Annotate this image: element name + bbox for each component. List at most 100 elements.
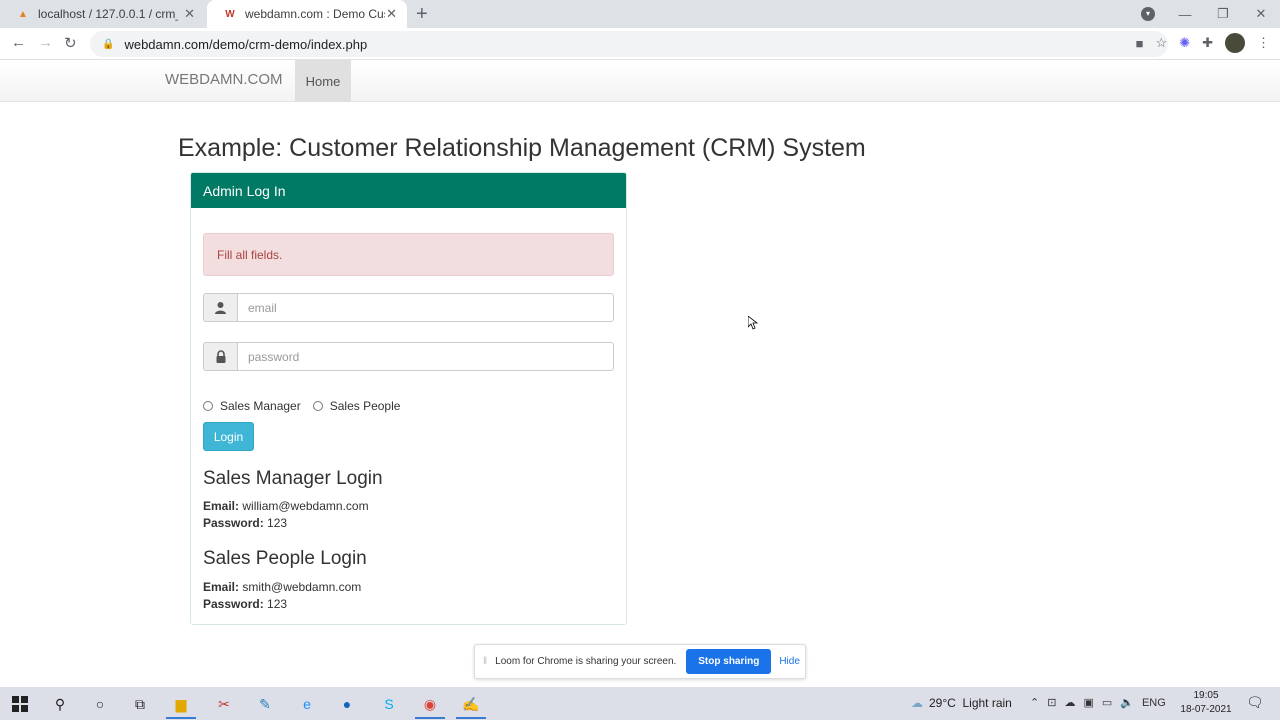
password-field[interactable] xyxy=(237,342,614,371)
battery-icon[interactable]: ▭ xyxy=(1102,696,1112,709)
forward-icon[interactable]: → xyxy=(38,34,53,51)
chrome-icon[interactable]: ◉ xyxy=(417,691,443,717)
close-tab-icon[interactable]: ✕ xyxy=(184,6,195,22)
radio-sales-people[interactable]: Sales People xyxy=(312,399,401,413)
password-label: Password: xyxy=(203,597,264,611)
radio-label: Sales People xyxy=(329,399,401,413)
extension-icons: ■ ☆ ✺ ✚ ⋮ xyxy=(1136,33,1270,53)
time: 19:05 xyxy=(1193,690,1219,701)
tab-title: localhost / 127.0.0.1 / crm_system xyxy=(38,7,178,21)
tab-phpmyadmin[interactable]: ▲ localhost / 127.0.0.1 / crm_system ✕ xyxy=(0,0,205,28)
new-tab-button[interactable]: + xyxy=(416,3,428,26)
back-icon[interactable]: ← xyxy=(11,34,26,51)
radio-circle[interactable] xyxy=(312,401,323,411)
language-indicator[interactable]: ENG xyxy=(1142,697,1166,709)
notepad-plus-icon[interactable]: ✍ xyxy=(458,691,484,717)
manager-password-line: Password: 123 xyxy=(203,516,287,530)
people-password: 123 xyxy=(267,597,288,611)
app-icon[interactable]: ● xyxy=(334,691,360,717)
speaker-icon[interactable]: 🔈 xyxy=(1120,696,1134,709)
email-label: Email: xyxy=(203,580,240,594)
lock-icon: 🔒 xyxy=(102,38,115,50)
network-icon[interactable]: ⊡ xyxy=(1047,696,1056,709)
loom-sharing-bar: ‖ Loom for Chrome is sharing your screen… xyxy=(474,644,806,679)
email-input-group xyxy=(203,293,614,322)
windows-taskbar: ⚲ ○ ⧉ ▆ ✂ ✎ e ● S ◉ ✍ ☁ 29°C Light rain … xyxy=(0,687,1280,720)
clock[interactable]: 19:05 18-07-2021 xyxy=(1178,689,1234,717)
task-view-icon[interactable]: ⧉ xyxy=(127,691,153,717)
camera-icon[interactable]: ■ xyxy=(1136,36,1144,51)
cortana-icon[interactable]: ○ xyxy=(87,691,113,717)
people-email-line: Email: smith@webdamn.com xyxy=(203,580,361,594)
windows-start-icon[interactable] xyxy=(7,691,33,717)
weather-widget[interactable]: ☁ 29°C Light rain xyxy=(911,696,1012,710)
url-text: webdamn.com/demo/crm-demo/index.php xyxy=(124,36,368,52)
url-input[interactable]: 🔒 webdamn.com/demo/crm-demo/index.php xyxy=(90,31,1168,57)
snipping-tool-icon[interactable]: ✂ xyxy=(211,691,237,717)
webdamn-icon: W xyxy=(225,8,235,20)
minimize-icon[interactable]: — xyxy=(1166,7,1204,22)
email-field[interactable] xyxy=(237,293,614,322)
app-tray-icon[interactable]: ▣ xyxy=(1083,696,1093,709)
drag-handle-icon[interactable]: ‖ xyxy=(483,656,487,667)
address-bar-row: ← → ↻ 🔒 webdamn.com/demo/crm-demo/index.… xyxy=(0,28,1280,60)
nav-home-link[interactable]: Home xyxy=(295,60,351,102)
password-label: Password: xyxy=(203,516,264,530)
mouse-cursor-icon xyxy=(748,316,758,330)
file-explorer-icon[interactable]: ▆ xyxy=(168,691,194,717)
chevron-up-icon[interactable]: ⌃ xyxy=(1030,696,1039,709)
manager-password: 123 xyxy=(267,516,288,530)
panel-heading: Admin Log In xyxy=(191,173,626,208)
window-controls: — ❐ ✕ xyxy=(1166,0,1280,28)
weather-text: 29°C Light rain xyxy=(929,696,1012,710)
tab-title: webdamn.com : Demo Customer xyxy=(245,7,385,21)
phpmyadmin-icon: ▲ xyxy=(18,8,28,20)
tab-webdamn[interactable]: W webdamn.com : Demo Customer ✕ xyxy=(207,0,407,28)
extensions-puzzle-icon[interactable]: ✚ xyxy=(1202,35,1213,51)
reload-icon[interactable]: ↻ xyxy=(64,34,77,52)
role-radio-group: Sales Manager Sales People xyxy=(203,399,412,413)
restore-icon[interactable]: ❐ xyxy=(1204,6,1242,22)
active-app-indicator xyxy=(456,717,486,719)
lock-icon xyxy=(203,342,237,371)
email-label: Email: xyxy=(203,499,240,513)
people-email: smith@webdamn.com xyxy=(242,580,362,594)
error-alert: Fill all fields. xyxy=(203,233,614,276)
brand-link[interactable]: WEBDAMN.COM xyxy=(165,71,283,88)
manager-login-heading: Sales Manager Login xyxy=(203,468,383,489)
user-icon xyxy=(203,293,237,322)
login-panel: Admin Log In Fill all fields. Sales Mana… xyxy=(190,172,627,625)
system-tray: ⌃ ⊡ ☁ ▣ ▭ 🔈 ENG xyxy=(1030,696,1166,710)
close-tab-icon[interactable]: ✕ xyxy=(386,6,397,22)
manager-email: william@webdamn.com xyxy=(242,499,369,513)
people-password-line: Password: 123 xyxy=(203,597,287,611)
radio-sales-manager[interactable]: Sales Manager xyxy=(203,399,301,413)
stop-sharing-button[interactable]: Stop sharing xyxy=(686,649,772,674)
onedrive-icon[interactable]: ☁ xyxy=(1064,696,1075,709)
browser-tab-bar: ▲ localhost / 127.0.0.1 / crm_system ✕ W… xyxy=(0,0,1280,28)
manager-email-line: Email: william@webdamn.com xyxy=(203,499,369,513)
menu-kebab-icon[interactable]: ⋮ xyxy=(1257,35,1270,51)
paint-icon[interactable]: ✎ xyxy=(252,691,278,717)
loom-message: Loom for Chrome is sharing your screen. xyxy=(495,656,677,667)
active-app-indicator xyxy=(166,717,196,719)
search-icon[interactable]: ⚲ xyxy=(47,691,73,717)
tab-search-icon[interactable]: ▾ xyxy=(1141,7,1155,21)
bookmark-star-icon[interactable]: ☆ xyxy=(1156,35,1168,51)
people-login-heading: Sales People Login xyxy=(203,548,367,569)
loom-extension-icon[interactable]: ✺ xyxy=(1179,35,1190,51)
radio-label: Sales Manager xyxy=(220,399,301,413)
active-app-indicator xyxy=(415,717,445,719)
page-title: Example: Customer Relationship Managemen… xyxy=(178,134,866,162)
skype-icon[interactable]: S xyxy=(376,691,402,717)
close-window-icon[interactable]: ✕ xyxy=(1242,6,1280,22)
notification-icon[interactable]: 🗨 xyxy=(1246,694,1264,711)
password-input-group xyxy=(203,342,614,371)
hide-button[interactable]: Hide xyxy=(779,656,800,667)
radio-circle[interactable] xyxy=(203,401,213,411)
login-button[interactable]: Login xyxy=(203,422,254,451)
internet-explorer-icon[interactable]: e xyxy=(294,691,320,717)
weather-icon: ☁ xyxy=(911,696,923,710)
profile-avatar[interactable] xyxy=(1225,33,1245,53)
date: 18-07-2021 xyxy=(1180,704,1232,715)
